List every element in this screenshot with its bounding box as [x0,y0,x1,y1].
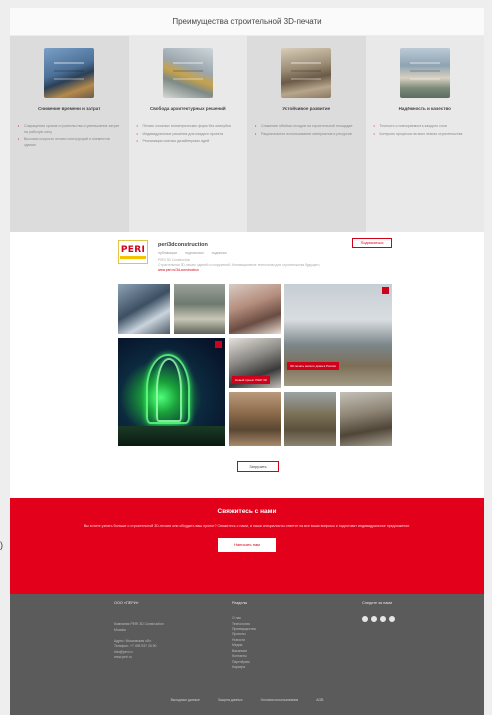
contact-section: Свяжитесь с нами Вы хотите узнать больше… [10,498,484,594]
advantage-point: Высокая скорость печати конструкций и эл… [18,137,121,148]
advantage-photo [399,48,450,98]
advantages-grid: Снижение времени и затрат Сокращение сро… [10,36,484,232]
instagram-post[interactable] [284,392,336,446]
advantage-photo [281,48,332,98]
peri-logo-bar [120,256,146,259]
peri-logo[interactable]: PERI [118,240,148,264]
instagram-post[interactable] [174,284,225,334]
advantage-points: Снижение объёма отходов на строительной … [255,124,358,137]
illuminated-structure [156,358,182,422]
advantage-points: Печать сложных геометрических форм без о… [137,124,240,145]
footer-line: Москва [114,627,126,632]
contact-button[interactable]: Написать нам [218,537,276,552]
instagram-icon[interactable] [371,616,377,623]
post-caption: 3D-печать жилого дома в России [287,361,339,370]
advantage-points: Точность и повторяемость каждого слоя Ко… [374,124,477,137]
footer: ООО «ПЕРИ» Компания PERI 3D Construction… [10,594,484,715]
stat-followers: подписчики [185,251,204,255]
advantage-points: Сокращение сроков строительства и уменьш… [18,124,121,148]
instagram-stats: публикации подписчики подписки [158,251,227,255]
social-icons [362,616,412,623]
advantage-point: Точность и повторяемость каждого слоя [374,124,477,130]
stat-following: подписки [211,251,227,255]
footer-company-name: Компания PERI 3D Construction Москва [114,622,184,633]
footer-contact-lines: Адрес: Московская обл. Телефон: +7 495 9… [114,639,184,661]
advantages-title: Преимущества строительной 3D-печати [10,8,484,36]
instagram-post[interactable] [229,284,281,334]
post-caption: Новый проект PERI 3D [232,375,270,384]
follow-button[interactable]: Подписаться [352,238,392,248]
legal-link[interactable]: Защита данных [218,698,243,702]
advantage-title: Устойчивое развитие [282,106,331,111]
legal-link[interactable]: Выходные данные [171,698,200,702]
advantage-photo [44,48,95,98]
instagram-post[interactable]: Новый проект PERI 3D [229,338,281,388]
gallery-icon [382,287,389,294]
advantage-card: Свобода архитектурных решений Печать сло… [128,36,247,232]
peri-logo-text: PERI [120,245,146,255]
instagram-post[interactable] [118,338,225,446]
instagram-post[interactable] [229,392,281,446]
advantage-point: Реализация смелых дизайнерских идей [137,139,240,145]
load-more-button[interactable]: Загрузить [237,461,279,472]
instagram-post[interactable] [118,284,170,334]
advantage-photo [162,48,213,98]
contact-title: Свяжитесь с нами [217,508,277,515]
instagram-header: PERI peri3dconstruction публикации подпи… [118,238,392,282]
facebook-icon[interactable] [362,616,368,623]
footer-site-link[interactable]: www.peri.ru [114,655,184,660]
instagram-feed: PERI peri3dconstruction публикации подпи… [10,232,484,498]
edge-artifact: ) [0,540,3,550]
footer-heading: ООО «ПЕРИ» [114,601,139,605]
advantage-point: Индивидуальные решения для каждого проек… [137,132,240,138]
advantage-point: Печать сложных геометрических форм без о… [137,124,240,130]
legal-link[interactable]: AGB [316,698,323,702]
structure-base [118,426,225,446]
footer-heading: Следите за нами [362,601,393,605]
advantage-title: Снижение времени и затрат [38,106,101,111]
footer-nav: Разделы О нас Технология Преимущества Пр… [232,600,302,670]
advantage-point: Снижение объёма отходов на строительной … [255,124,358,130]
footer-heading: Разделы [232,601,248,605]
advantage-card: Устойчивое развитие Снижение объёма отхо… [247,36,366,232]
advantage-point: Сокращение сроков строительства и уменьш… [18,124,121,135]
contact-text: Вы хотите узнать больше о строительной 3… [83,524,411,528]
advantage-point: Рациональное использование материалов и … [255,132,358,138]
instagram-post[interactable]: 3D-печать жилого дома в России [284,284,392,386]
bio-link[interactable]: www.peri.ru/3d-construction [158,268,338,273]
gallery-icon [215,341,222,348]
instagram-post[interactable] [340,392,392,446]
advantage-title: Надёжность и качество [398,106,451,111]
instagram-username[interactable]: peri3dconstruction [158,242,208,248]
advantage-title: Свобода архитектурных решений [149,106,226,111]
footer-company: ООО «ПЕРИ» Компания PERI 3D Construction… [114,600,184,661]
footer-legal-links: Выходные данные Защита данных Условия ис… [10,698,484,702]
footer-nav-link[interactable]: Карьера [232,665,302,670]
linkedin-icon[interactable] [389,616,395,623]
stat-posts: публикации [158,251,177,255]
page: Преимущества строительной 3D-печати Сниж… [10,8,484,715]
advantage-card: Снижение времени и затрат Сокращение сро… [10,36,129,232]
advantage-point: Контроль процесса на всех этапах строите… [374,132,477,138]
youtube-icon[interactable] [380,616,386,623]
footer-social: Следите за нами [362,600,412,623]
legal-link[interactable]: Условия использования [261,698,299,702]
instagram-grid: 3D-печать жилого дома в России Новый про… [118,284,392,448]
instagram-bio: PERI 3D Construction Строительная 3D-печ… [158,258,338,273]
advantage-card: Надёжность и качество Точность и повторя… [365,36,484,232]
